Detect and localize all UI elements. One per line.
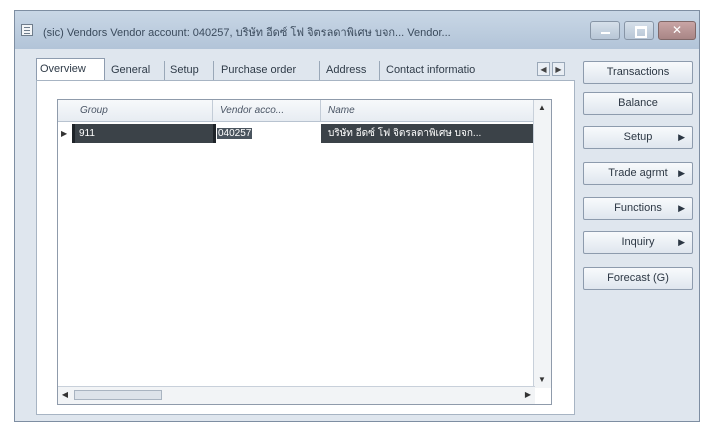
app-menu-icon[interactable] bbox=[21, 24, 33, 36]
window-title: (sic) Vendors Vendor account: 040257, บร… bbox=[43, 27, 451, 39]
vertical-scrollbar[interactable]: ▲ ▼ bbox=[533, 100, 551, 388]
tab-overview[interactable]: Overview bbox=[36, 58, 105, 80]
scroll-right-icon[interactable]: ▶ bbox=[521, 387, 535, 403]
column-header-name[interactable]: Name bbox=[321, 100, 535, 121]
balance-button-label: Balance bbox=[618, 97, 658, 109]
inquiry-button[interactable]: Inquiry ▶ bbox=[583, 231, 693, 254]
functions-button-label: Functions bbox=[614, 202, 662, 214]
tab-scroll-right-icon[interactable]: ▶ bbox=[552, 62, 565, 76]
vendor-grid: Group Vendor acco... Name ▶ 911 040257 บ… bbox=[57, 99, 552, 405]
transactions-button[interactable]: Transactions bbox=[583, 61, 693, 84]
balance-button[interactable]: Balance bbox=[583, 92, 693, 115]
tab-purchase-order[interactable]: Purchase order bbox=[218, 61, 320, 80]
close-button[interactable] bbox=[658, 21, 696, 40]
trade-agreement-menu-arrow-icon: ▶ bbox=[678, 168, 685, 178]
cell-vendor-account-text: 040257 bbox=[217, 128, 253, 139]
table-row[interactable]: ▶ 911 040257 บริษัท อีดซ์ โฟ จิตรลดาพิเศ… bbox=[58, 124, 535, 143]
cell-group[interactable]: 911 bbox=[72, 124, 213, 143]
tab-strip: Overview General Setup Purchase order Ad… bbox=[36, 58, 568, 80]
forecast-button[interactable]: Forecast (G) bbox=[583, 267, 693, 290]
cell-name[interactable]: บริษัท อีดซ์ โฟ จิตรลดาพิเศษ บจก... bbox=[321, 124, 535, 143]
trade-agreement-button-label: Trade agrmt bbox=[608, 167, 668, 179]
overview-panel: Group Vendor acco... Name ▶ 911 040257 บ… bbox=[36, 80, 575, 415]
tab-contact-information[interactable]: Contact informatio bbox=[383, 61, 534, 80]
horizontal-scrollbar[interactable]: ◀ ▶ bbox=[58, 386, 535, 404]
tab-address[interactable]: Address bbox=[323, 61, 380, 80]
column-header-vendor-account[interactable]: Vendor acco... bbox=[213, 100, 321, 121]
inquiry-menu-arrow-icon: ▶ bbox=[678, 237, 685, 247]
horizontal-scroll-thumb[interactable] bbox=[74, 390, 162, 400]
trade-agreement-button[interactable]: Trade agrmt ▶ bbox=[583, 162, 693, 185]
column-header-group[interactable]: Group bbox=[58, 100, 213, 121]
cell-vendor-account[interactable]: 040257 bbox=[213, 124, 321, 143]
scroll-left-icon[interactable]: ◀ bbox=[58, 387, 72, 403]
current-row-indicator-icon: ▶ bbox=[61, 129, 68, 138]
functions-button[interactable]: Functions ▶ bbox=[583, 197, 693, 220]
inquiry-button-label: Inquiry bbox=[621, 236, 655, 248]
maximize-button[interactable] bbox=[624, 21, 654, 40]
forecast-button-label: Forecast (G) bbox=[607, 272, 669, 284]
scroll-down-icon[interactable]: ▼ bbox=[534, 372, 550, 388]
setup-button-label: Setup bbox=[623, 131, 653, 143]
setup-button[interactable]: Setup ▶ bbox=[583, 126, 693, 149]
grid-header: Group Vendor acco... Name bbox=[58, 100, 535, 122]
tab-general[interactable]: General bbox=[108, 61, 165, 80]
tab-scroll-left-icon[interactable]: ◀ bbox=[537, 62, 550, 76]
tab-setup[interactable]: Setup bbox=[167, 61, 214, 80]
minimize-button[interactable] bbox=[590, 21, 620, 40]
transactions-button-label: Transactions bbox=[606, 66, 670, 78]
title-bar[interactable]: (sic) Vendors Vendor account: 040257, บร… bbox=[15, 11, 699, 49]
setup-menu-arrow-icon: ▶ bbox=[678, 132, 685, 142]
functions-menu-arrow-icon: ▶ bbox=[678, 203, 685, 213]
vendors-window: (sic) Vendors Vendor account: 040257, บร… bbox=[14, 10, 700, 422]
scroll-up-icon[interactable]: ▲ bbox=[534, 100, 550, 116]
